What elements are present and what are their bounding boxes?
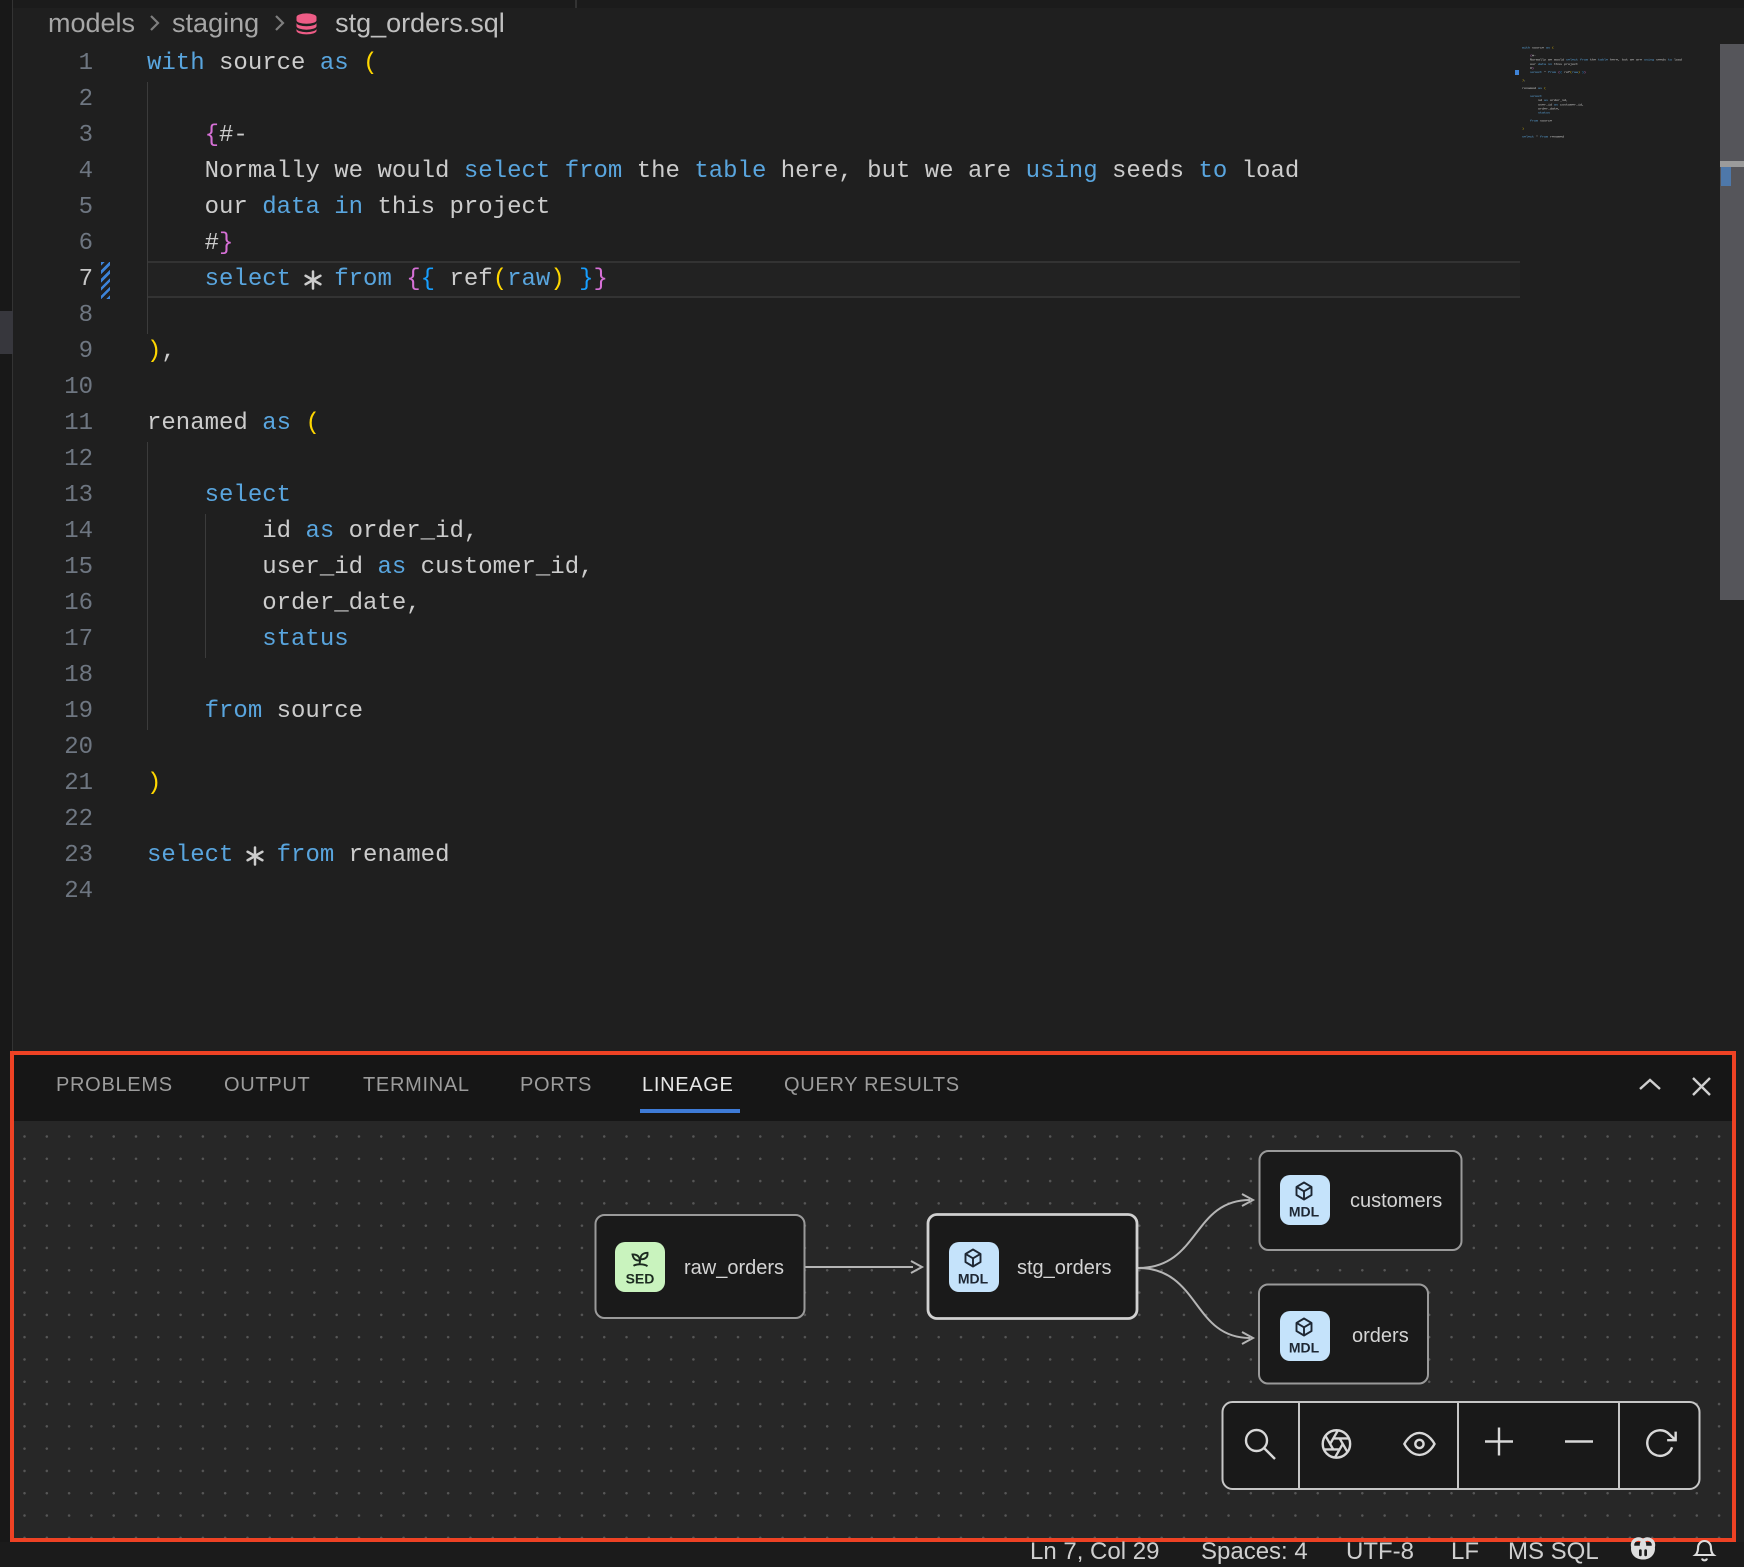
svg-text:MDL: MDL xyxy=(958,1271,989,1287)
svg-text:raw_orders: raw_orders xyxy=(684,1257,784,1279)
svg-text:customers: customers xyxy=(1350,1190,1442,1212)
svg-text:stg_orders: stg_orders xyxy=(1017,1257,1112,1279)
svg-text:SED: SED xyxy=(626,1271,655,1287)
svg-text:orders: orders xyxy=(1352,1325,1409,1347)
